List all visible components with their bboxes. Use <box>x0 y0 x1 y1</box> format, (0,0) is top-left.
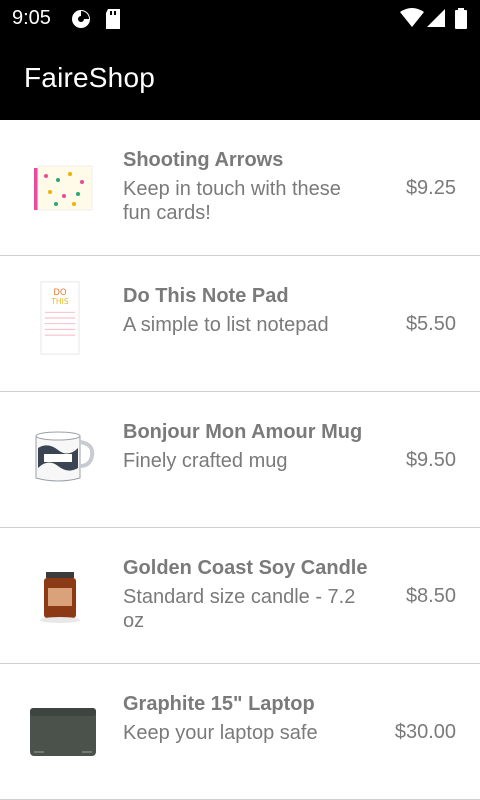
product-name: Do This Note Pad <box>123 285 289 307</box>
card-image-icon <box>32 160 93 211</box>
notepad-image-icon: DO THIS <box>40 281 80 355</box>
battery-icon <box>455 8 467 29</box>
status-bar: 9:05 <box>0 0 480 36</box>
product-text: Golden Coast Soy Candle Standard size ca… <box>123 555 373 633</box>
laptop-sleeve-image-icon <box>30 708 96 756</box>
data-saver-icon <box>72 10 90 28</box>
product-name: Bonjour Mon Amour Mug <box>123 421 363 443</box>
status-time: 9:05 <box>12 7 51 29</box>
product-price: $30.00 <box>394 721 456 743</box>
product-row[interactable]: DO THIS Do This Note Pad A simple to lis… <box>0 256 480 392</box>
app-bar: FaireShop <box>0 36 480 120</box>
app-title: FaireShop <box>24 62 155 93</box>
wifi-icon <box>400 8 424 27</box>
mug-image-icon <box>35 431 95 482</box>
product-name: Golden Coast Soy Candle <box>123 557 368 579</box>
product-text: Do This Note Pad A simple to list notepa… <box>123 283 373 337</box>
product-text: Bonjour Mon Amour Mug Finely crafted mug <box>123 419 373 473</box>
product-description: Keep your laptop safe <box>123 722 318 744</box>
product-row[interactable]: Graphite 15" Laptop Keep your laptop saf… <box>0 664 480 800</box>
product-row[interactable]: Bonjour Mon Amour Mug Finely crafted mug… <box>0 392 480 528</box>
product-text: Graphite 15" Laptop Keep your laptop saf… <box>123 691 373 745</box>
signal-icon <box>427 9 445 27</box>
product-description: Finely crafted mug <box>123 450 288 472</box>
product-description: A simple to list notepad <box>123 314 329 336</box>
product-price: $9.25 <box>405 177 456 199</box>
svg-text:THIS: THIS <box>50 297 69 306</box>
product-row[interactable]: Golden Coast Soy Candle Standard size ca… <box>0 528 480 664</box>
product-text: Shooting Arrows Keep in touch with these… <box>123 147 373 225</box>
candle-image-icon <box>40 572 80 623</box>
product-price: $9.50 <box>405 449 456 471</box>
product-name: Graphite 15" Laptop <box>123 693 315 715</box>
product-list: Shooting Arrows Keep in touch with these… <box>0 120 480 800</box>
product-price: $5.50 <box>405 313 456 335</box>
product-name: Shooting Arrows <box>123 149 284 171</box>
product-row[interactable]: Shooting Arrows Keep in touch with these… <box>0 120 480 256</box>
product-description: Keep in touch with these fun cards! <box>123 178 341 224</box>
product-description: Standard size candle - 7.2 oz <box>123 586 356 632</box>
sd-card-icon <box>106 9 120 29</box>
product-price: $8.50 <box>405 585 456 607</box>
